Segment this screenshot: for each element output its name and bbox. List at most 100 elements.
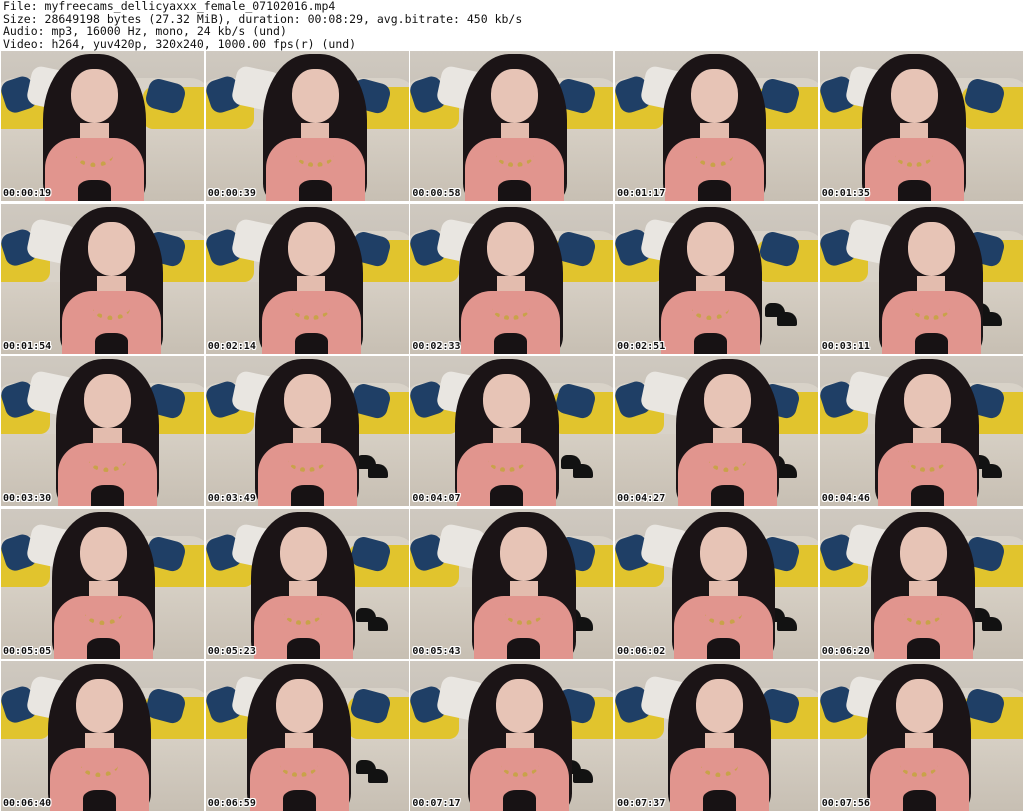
- timestamp-label: 00:04:27: [617, 493, 666, 504]
- necklace: [501, 754, 539, 777]
- black-top: [282, 790, 316, 811]
- timestamp-label: 00:06:02: [617, 645, 666, 657]
- person: [36, 51, 154, 201]
- necklace: [80, 754, 119, 777]
- video-thumbnail: 00:05:43: [410, 508, 614, 659]
- video-thumbnail: 00:06:20: [819, 508, 1023, 659]
- person: [665, 509, 783, 659]
- file-name-line: File: myfreecams_dellicyaxxx_female_0710…: [3, 0, 336, 13]
- timestamp-label: 00:01:35: [821, 188, 870, 199]
- timestamp-label: 00:04:46: [821, 493, 870, 504]
- timestamp-label: 00:03:11: [821, 340, 870, 352]
- video-thumbnail: 00:04:07: [410, 356, 614, 506]
- timestamp-label: 00:00:58: [412, 188, 461, 199]
- video-thumbnail: 00:02:33: [410, 203, 614, 354]
- video-thumbnail: 00:03:11: [819, 203, 1023, 354]
- timestamp-label: 00:03:30: [3, 493, 52, 504]
- timestamp-label: 00:02:51: [617, 340, 666, 352]
- black-shoe: [368, 464, 389, 478]
- timestamp-label: 00:06:59: [207, 798, 256, 809]
- necklace: [92, 297, 131, 320]
- video-thumbnail: 00:03:30: [1, 356, 204, 506]
- timestamp-label: 00:04:07: [412, 493, 461, 504]
- thumbnail-grid: 00:00:19 00:00:39 00:00:58 00:01:17 00:01:35…: [1, 51, 1023, 811]
- black-shoe: [368, 769, 389, 783]
- video-info-line: Video: h264, yuv420p, 320x240, 1000.00 f…: [3, 36, 357, 51]
- person: [855, 51, 973, 201]
- video-thumbnail: 00:01:54: [1, 203, 204, 354]
- timestamp-label: 00:02:14: [207, 340, 256, 352]
- timestamp-label: 00:06:20: [821, 645, 870, 657]
- necklace: [280, 754, 319, 777]
- video-thumbnail: 00:07:37: [615, 661, 819, 811]
- black-top: [91, 485, 124, 506]
- video-thumbnail: 00:05:05: [1, 508, 204, 659]
- video-thumbnail: 00:06:40: [1, 661, 204, 811]
- person: [652, 204, 770, 354]
- black-top: [503, 790, 537, 811]
- timestamp-label: 00:05:23: [207, 645, 256, 657]
- necklace: [488, 449, 526, 472]
- black-top: [703, 790, 737, 811]
- black-top: [294, 332, 328, 354]
- video-thumbnail: 00:06:02: [615, 508, 819, 659]
- video-thumbnail: 00:06:59: [205, 661, 409, 811]
- black-top: [290, 485, 324, 506]
- person: [465, 509, 583, 659]
- person: [49, 356, 167, 506]
- timestamp-label: 00:06:40: [3, 798, 52, 809]
- necklace: [288, 449, 327, 472]
- video-thumbnail: 00:04:46: [819, 356, 1023, 506]
- black-top: [897, 180, 931, 201]
- black-top: [95, 332, 128, 354]
- timestamp-label: 00:01:17: [617, 188, 666, 199]
- person: [669, 356, 787, 506]
- timestamp-label: 00:07:56: [821, 798, 870, 809]
- necklace: [496, 144, 534, 167]
- timestamp-label: 00:07:37: [617, 798, 666, 809]
- black-top: [498, 180, 532, 201]
- necklace: [284, 602, 323, 625]
- necklace: [704, 602, 743, 625]
- person: [872, 204, 990, 354]
- video-thumbnail: 00:01:17: [615, 51, 819, 201]
- necklace: [912, 297, 951, 320]
- black-top: [707, 637, 741, 659]
- video-thumbnail: 00:03:49: [205, 356, 409, 506]
- person: [252, 204, 370, 354]
- black-top: [286, 637, 320, 659]
- black-top: [490, 485, 524, 506]
- person: [456, 51, 574, 201]
- timestamp-label: 00:07:17: [412, 798, 461, 809]
- black-top: [507, 637, 541, 659]
- black-top: [694, 332, 728, 354]
- black-top: [902, 790, 936, 811]
- video-thumbnail: 00:00:58: [410, 51, 614, 201]
- video-thumbnail: 00:05:23: [205, 508, 409, 659]
- person: [45, 509, 163, 659]
- necklace: [84, 602, 123, 625]
- black-top: [494, 332, 528, 354]
- necklace: [292, 297, 331, 320]
- person: [256, 51, 374, 201]
- black-top: [698, 180, 732, 201]
- black-top: [83, 790, 116, 811]
- necklace: [691, 297, 730, 320]
- necklace: [88, 449, 127, 472]
- necklace: [695, 144, 734, 167]
- necklace: [904, 602, 943, 625]
- person: [244, 509, 362, 659]
- video-thumbnail: 00:02:51: [615, 203, 819, 354]
- person: [661, 661, 779, 811]
- timestamp-label: 00:03:49: [207, 493, 256, 504]
- person: [240, 661, 358, 811]
- person: [860, 661, 978, 811]
- black-top: [298, 180, 332, 201]
- black-top: [910, 485, 944, 506]
- black-top: [78, 180, 111, 201]
- video-thumbnail: 00:01:35: [819, 51, 1023, 201]
- necklace: [708, 449, 747, 472]
- person: [461, 661, 579, 811]
- black-top: [914, 332, 948, 354]
- timestamp-label: 00:05:43: [412, 645, 461, 657]
